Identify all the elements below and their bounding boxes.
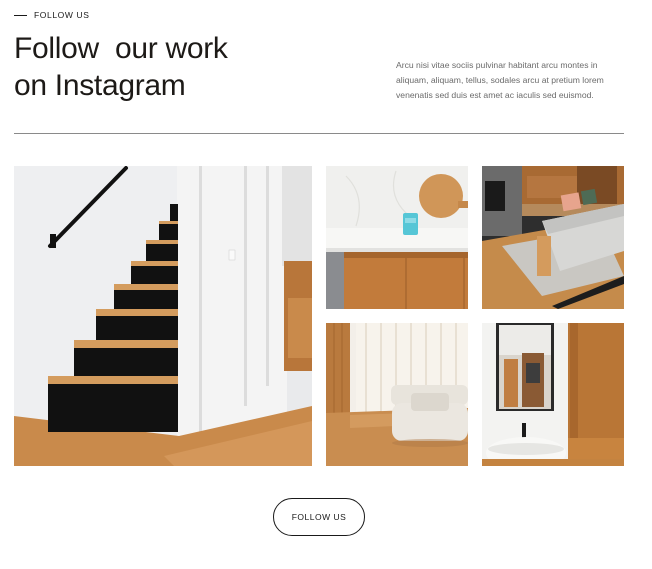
eyebrow-label: FOLLOW US (34, 10, 90, 20)
sofa-image (326, 323, 468, 466)
title-line-2: on Instagram (14, 69, 186, 102)
eyebrow-dash (14, 14, 27, 16)
follow-us-button[interactable]: FOLLOW US (273, 498, 365, 536)
divider (14, 133, 624, 134)
instagram-photo-living-room[interactable] (482, 166, 624, 309)
bathroom-image (482, 323, 624, 466)
instagram-photo-staircase[interactable] (14, 166, 312, 466)
living-room-image (482, 166, 624, 309)
section-eyebrow: FOLLOW US (14, 10, 89, 20)
instagram-photo-bathroom[interactable] (482, 323, 624, 466)
instagram-photo-sofa[interactable] (326, 323, 468, 466)
staircase-image (14, 166, 312, 466)
section-title: Follow our work on Instagram (14, 30, 314, 104)
section-description: Arcu nisi vitae sociis pulvinar habitant… (396, 60, 604, 100)
title-line-1: Follow our work (14, 32, 228, 65)
instagram-photo-kitchen[interactable] (326, 166, 468, 309)
kitchen-image (326, 166, 468, 309)
